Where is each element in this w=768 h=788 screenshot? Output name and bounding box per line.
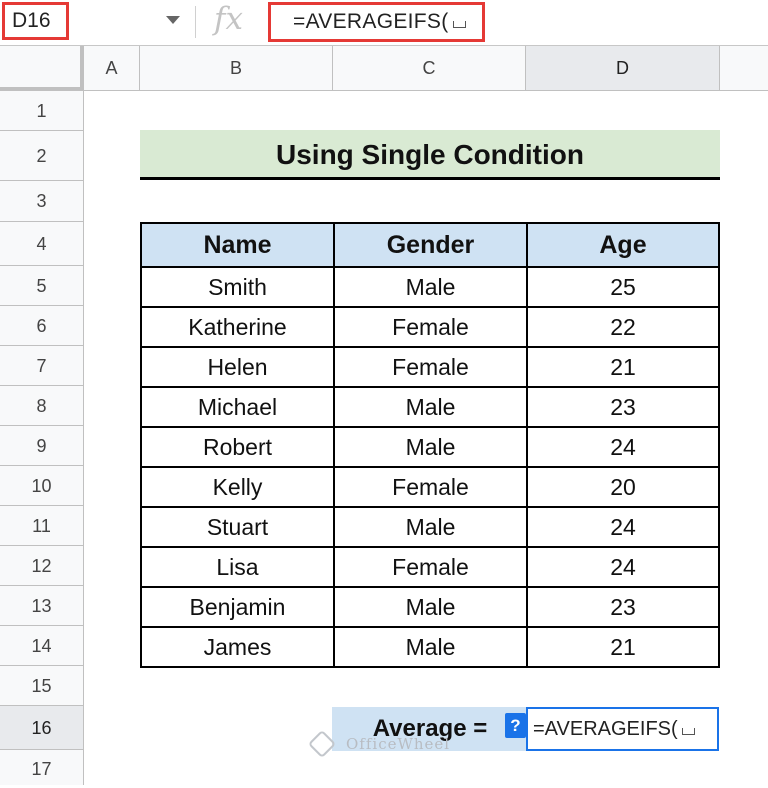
column-header-a[interactable]: A [84, 46, 140, 91]
cell-gender[interactable]: Male [333, 266, 528, 308]
text-cursor-icon [681, 728, 695, 735]
row-header-13[interactable]: 13 [0, 586, 84, 626]
column-header-b[interactable]: B [140, 46, 333, 91]
cell-gender[interactable]: Male [333, 506, 528, 548]
cell-age[interactable]: 25 [526, 266, 720, 308]
row-header-17[interactable]: 17 [0, 750, 84, 785]
text-cursor-icon [452, 21, 466, 28]
active-cell-formula: =AVERAGEIFS( [533, 718, 678, 740]
column-header-c[interactable]: C [333, 46, 526, 91]
cell-name[interactable]: Benjamin [140, 586, 335, 628]
cell-age[interactable]: 23 [526, 386, 720, 428]
cell-name[interactable]: James [140, 626, 335, 668]
formula-bar: D16 fx =AVERAGEIFS( [0, 0, 768, 46]
cell-name[interactable]: Smith [140, 266, 335, 308]
row-header-16[interactable]: 16 [0, 706, 84, 750]
column-header-d[interactable]: D [526, 46, 720, 91]
watermark: OfficeWheel [307, 729, 462, 760]
name-box-dropdown-icon[interactable] [166, 16, 180, 24]
cell-gender[interactable]: Male [333, 426, 528, 468]
formula-bar-divider [195, 6, 196, 38]
cell-age[interactable]: 22 [526, 306, 720, 348]
row-header-8[interactable]: 8 [0, 386, 84, 426]
row-header-12[interactable]: 12 [0, 546, 84, 586]
row-header-4[interactable]: 4 [0, 222, 84, 266]
table-title[interactable]: Using Single Condition [140, 130, 720, 180]
cell-name[interactable]: Katherine [140, 306, 335, 348]
row-header-2[interactable]: 2 [0, 131, 84, 181]
active-cell-editor[interactable]: =AVERAGEIFS( [526, 707, 719, 751]
row-header-10[interactable]: 10 [0, 466, 84, 506]
cell-age[interactable]: 21 [526, 346, 720, 388]
row-header-15[interactable]: 15 [0, 666, 84, 706]
header-name[interactable]: Name [140, 222, 335, 268]
cell-age[interactable]: 21 [526, 626, 720, 668]
cell-age[interactable]: 24 [526, 506, 720, 548]
cell-name[interactable]: Michael [140, 386, 335, 428]
row-header-6[interactable]: 6 [0, 306, 84, 346]
column-header-e[interactable] [720, 46, 768, 91]
cell-age[interactable]: 24 [526, 426, 720, 468]
cell-name[interactable]: Helen [140, 346, 335, 388]
row-header-7[interactable]: 7 [0, 346, 84, 386]
cell-gender[interactable]: Female [333, 466, 528, 508]
officewheel-logo-icon [307, 729, 337, 759]
cell-name[interactable]: Kelly [140, 466, 335, 508]
header-age[interactable]: Age [526, 222, 720, 268]
row-header-11[interactable]: 11 [0, 506, 84, 546]
row-header-14[interactable]: 14 [0, 626, 84, 666]
cell-gender[interactable]: Male [333, 626, 528, 668]
cell-age[interactable]: 24 [526, 546, 720, 588]
cell-gender[interactable]: Male [333, 386, 528, 428]
cell-name[interactable]: Stuart [140, 506, 335, 548]
cell-name[interactable]: Lisa [140, 546, 335, 588]
fx-icon: fx [214, 1, 243, 37]
watermark-text: OfficeWheel [346, 735, 451, 753]
formula-help-icon[interactable]: ? [505, 713, 526, 738]
row-header-9[interactable]: 9 [0, 426, 84, 466]
name-box[interactable]: D16 [2, 2, 69, 40]
formula-input[interactable]: =AVERAGEIFS( [268, 2, 485, 42]
cell-age[interactable]: 20 [526, 466, 720, 508]
cell-gender[interactable]: Female [333, 346, 528, 388]
header-gender[interactable]: Gender [333, 222, 528, 268]
cell-age[interactable]: 23 [526, 586, 720, 628]
cell-gender[interactable]: Male [333, 586, 528, 628]
select-all-corner[interactable] [0, 46, 84, 91]
cell-name[interactable]: Robert [140, 426, 335, 468]
row-header-1[interactable]: 1 [0, 91, 84, 131]
cell-gender[interactable]: Female [333, 306, 528, 348]
row-header-3[interactable]: 3 [0, 181, 84, 222]
row-header-5[interactable]: 5 [0, 266, 84, 306]
formula-text: =AVERAGEIFS( [293, 10, 449, 33]
cell-gender[interactable]: Female [333, 546, 528, 588]
